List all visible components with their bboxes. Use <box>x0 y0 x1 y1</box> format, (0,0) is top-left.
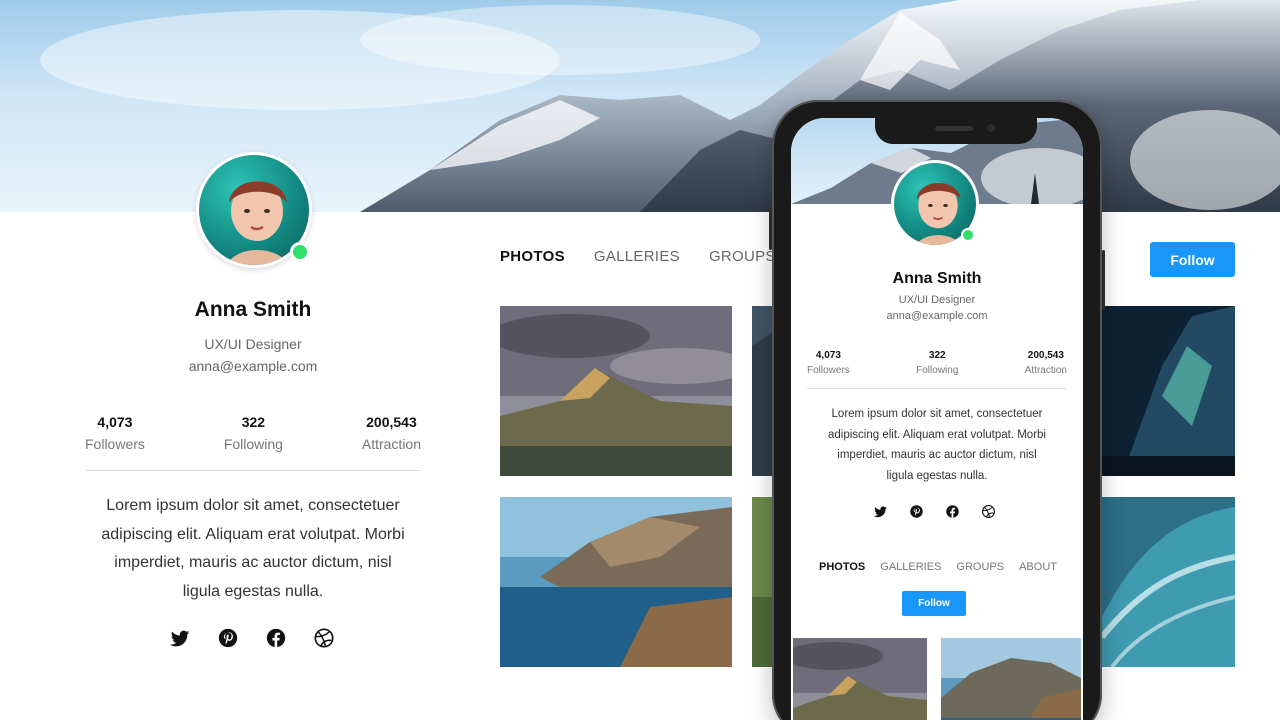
stat-attraction[interactable]: 200,543 Attraction <box>1025 350 1067 376</box>
bio-line: ligula egestas nulla. <box>886 469 988 482</box>
twitter-icon[interactable] <box>168 626 192 650</box>
profile-avatar[interactable] <box>196 152 312 268</box>
mobile-profile-email[interactable]: anna@example.com <box>791 310 1083 322</box>
mobile-social-links <box>871 502 997 520</box>
bio-line: Lorem ipsum dolor sit amet, consectetuer <box>831 408 1043 420</box>
facebook-icon[interactable] <box>943 502 961 520</box>
stat-label: Attraction <box>361 436 421 452</box>
bio-line: imperdiet, mauris ac auctor dictum, nisl <box>837 449 1037 461</box>
stat-attraction[interactable]: 200,543 Attraction <box>362 414 421 452</box>
gallery-photo[interactable] <box>500 306 732 476</box>
facebook-icon[interactable] <box>264 626 288 650</box>
mobile-gallery-photo[interactable] <box>793 638 927 720</box>
mobile-profile-bio: Lorem ipsum dolor sit amet, consectetuer… <box>809 404 1065 486</box>
profile-name: Anna Smith <box>194 298 312 321</box>
online-status-dot <box>290 242 310 262</box>
profile-bio: Lorem ipsum dolor sit amet, consectetuer… <box>85 492 421 606</box>
gallery-photo[interactable] <box>1102 306 1235 476</box>
stat-value: 200,543 <box>366 414 417 430</box>
stat-label: Followers <box>807 365 850 376</box>
divider <box>807 388 1067 389</box>
divider <box>85 470 421 471</box>
mobile-follow-button[interactable]: Follow <box>902 591 966 616</box>
mobile-profile-name: Anna Smith <box>892 270 982 287</box>
dribbble-icon[interactable] <box>312 626 336 650</box>
phone-power-button <box>1102 250 1105 310</box>
stat-value: 200,543 <box>1027 350 1064 361</box>
social-links <box>168 626 336 650</box>
stat-value: 4,073 <box>815 350 841 361</box>
gallery-photo[interactable] <box>1102 497 1235 667</box>
mobile-gallery-photo[interactable] <box>941 638 1081 720</box>
mobile-profile-role: UX/UI Designer <box>898 294 976 306</box>
stat-following[interactable]: 322 Following <box>916 350 958 376</box>
tab-about[interactable]: ABOUT <box>1019 561 1057 573</box>
mobile-profile-avatar[interactable] <box>891 160 979 248</box>
tab-photos[interactable]: PHOTOS <box>500 248 565 265</box>
tab-groups[interactable]: GROUPS <box>709 248 776 265</box>
stat-followers[interactable]: 4,073 Followers <box>85 414 145 452</box>
bio-line: adipiscing elit. Aliquam erat volutpat. … <box>101 525 405 543</box>
dribbble-icon[interactable] <box>979 502 997 520</box>
phone-screen: Anna Smith UX/UI Designer anna@example.c… <box>791 118 1083 720</box>
stat-label: Followers <box>85 436 145 452</box>
stat-followers[interactable]: 4,073 Followers <box>807 350 850 376</box>
profile-tabs: PHOTOS GALLERIES GROUPS <box>500 248 776 265</box>
pinterest-icon[interactable] <box>907 502 925 520</box>
stat-label: Following <box>223 436 283 452</box>
stat-label: Attraction <box>1024 365 1067 376</box>
mobile-profile-tabs: PHOTOS GALLERIES GROUPS ABOUT <box>819 561 1057 573</box>
stat-value: 322 <box>241 414 266 430</box>
phone-notch <box>875 118 1037 144</box>
tab-groups[interactable]: GROUPS <box>956 561 1004 573</box>
bio-line: imperdiet, mauris ac auctor dictum, nisl <box>114 554 392 571</box>
camera-icon <box>987 124 995 132</box>
stat-value: 322 <box>928 350 946 361</box>
follow-button[interactable]: Follow <box>1150 242 1235 277</box>
tab-galleries[interactable]: GALLERIES <box>880 561 941 573</box>
pinterest-icon[interactable] <box>216 626 240 650</box>
bio-line: Lorem ipsum dolor sit amet, consectetuer <box>106 497 400 514</box>
bio-line: ligula egestas nulla. <box>182 582 324 600</box>
mobile-profile-stats: 4,073 Followers 322 Following 200,543 At… <box>807 350 1067 376</box>
stat-value: 4,073 <box>97 414 133 430</box>
tab-photos[interactable]: PHOTOS <box>819 561 865 573</box>
phone-volume-button <box>769 210 772 250</box>
profile-email[interactable]: anna@example.com <box>85 358 421 374</box>
profile-role: UX/UI Designer <box>204 336 302 352</box>
speaker-grille <box>935 126 973 131</box>
stat-following[interactable]: 322 Following <box>224 414 283 452</box>
bio-line: adipiscing elit. Aliquam erat volutpat. … <box>828 428 1046 441</box>
gallery-photo[interactable] <box>500 497 732 667</box>
tab-galleries[interactable]: GALLERIES <box>594 248 680 265</box>
profile-stats: 4,073 Followers 322 Following 200,543 At… <box>85 414 421 452</box>
stat-label: Following <box>916 365 959 376</box>
phone-mockup: Anna Smith UX/UI Designer anna@example.c… <box>769 100 1105 720</box>
online-status-dot <box>961 228 975 242</box>
twitter-icon[interactable] <box>871 502 889 520</box>
